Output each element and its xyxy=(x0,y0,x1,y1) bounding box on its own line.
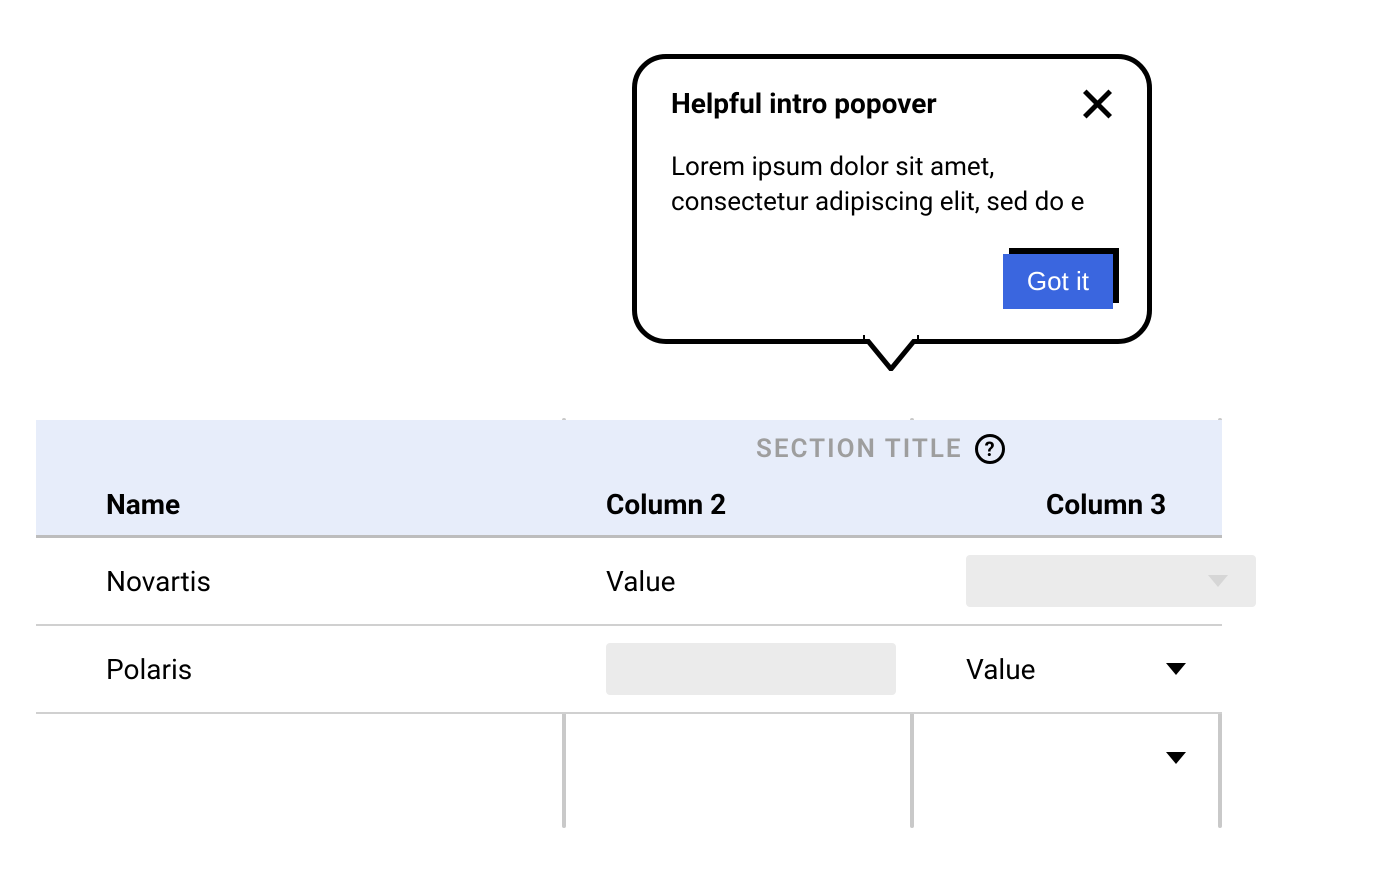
popover-body: Lorem ipsum dolor sit amet, consectetur … xyxy=(671,150,1113,220)
table-header: SECTION TITLE ? Name Column 2 Column 3 xyxy=(36,420,1222,538)
help-icon[interactable]: ? xyxy=(975,434,1005,464)
row-col3-dropdown[interactable] xyxy=(916,752,1222,764)
chevron-down-icon xyxy=(1166,752,1186,764)
column-header-col3: Column 3 xyxy=(916,488,1222,521)
intro-popover: Helpful intro popover Lorem ipsum dolor … xyxy=(632,54,1152,344)
row-name: Polaris xyxy=(36,653,566,686)
table-row-empty xyxy=(36,714,1222,802)
got-it-button[interactable]: Got it xyxy=(1003,254,1113,309)
column-header-name: Name xyxy=(36,488,566,521)
row-col3-dropdown[interactable] xyxy=(916,555,1282,607)
popover-title: Helpful intro popover xyxy=(671,87,937,120)
input-placeholder[interactable] xyxy=(606,643,896,695)
table-row: Polaris Value xyxy=(36,626,1222,714)
row-col2-value: Value xyxy=(566,565,916,598)
table-row: Novartis Value xyxy=(36,538,1222,626)
chevron-down-icon xyxy=(1166,663,1186,675)
row-name: Novartis xyxy=(36,565,566,598)
popover-tail xyxy=(863,335,919,369)
close-icon[interactable] xyxy=(1081,88,1113,120)
row-col3-value: Value xyxy=(966,653,1036,686)
row-col3-dropdown[interactable]: Value xyxy=(916,653,1222,686)
column-header-col2: Column 2 xyxy=(566,488,916,521)
dropdown-placeholder[interactable] xyxy=(966,555,1256,607)
chevron-down-icon xyxy=(1208,575,1228,587)
data-table: SECTION TITLE ? Name Column 2 Column 3 N… xyxy=(36,420,1222,802)
section-title: SECTION TITLE xyxy=(756,434,963,464)
